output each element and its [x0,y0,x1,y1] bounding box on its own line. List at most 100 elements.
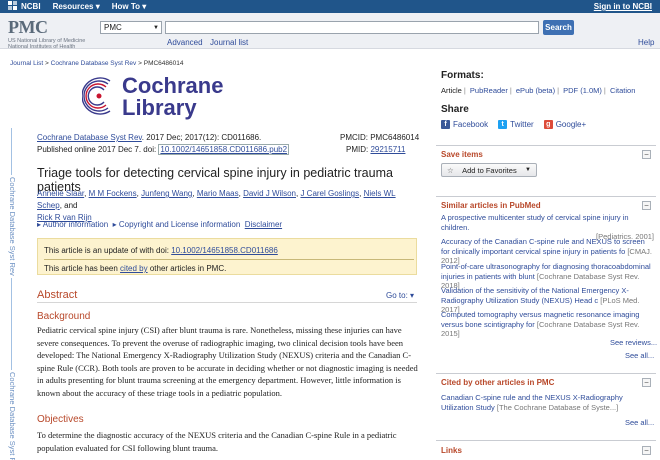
format-epub-link[interactable]: ePub (beta) [516,86,555,95]
ncbi-logo-text: NCBI [21,2,41,11]
format-pubreader-link[interactable]: PubReader [470,86,508,95]
resources-menu[interactable]: Resources ▾ [53,2,100,11]
similar-article-item[interactable]: Computed tomography versus magnetic reso… [441,310,654,339]
update-divider [44,259,414,260]
objectives-paragraph: To determine the diagnostic accuracy of … [37,430,397,453]
google-label: Google+ [555,120,587,129]
save-items-panel-divider [436,145,656,146]
see-all-similar-link[interactable]: See all... [625,351,654,360]
journal-link[interactable]: Cochrane Database Syst Rev [37,133,142,142]
author-link[interactable]: Junfeng Wang [141,189,192,198]
ncbi-logo[interactable]: NCBI [8,1,41,12]
links-label: Links [441,446,462,455]
pmid-line: PMID: 29215711 [346,145,405,154]
star-icon: ☆ [447,165,454,175]
formats-heading: Formats: [441,70,484,81]
background-paragraph: Pediatric cervical spine injury (CSI) af… [37,325,418,398]
chevron-down-icon: ▾ [142,2,147,11]
pmid-link[interactable]: 29215711 [370,145,405,154]
collapse-icon[interactable]: − [642,201,651,210]
share-google[interactable]: g Google+ [543,120,587,129]
share-heading: Share [441,104,469,115]
resources-label: Resources [52,2,94,11]
pmcid: PMCID: PMC6486014 [340,133,420,142]
abstract-divider [37,302,417,303]
cited-label: Cited by other articles in PMC [441,378,555,387]
journal-list-link[interactable]: Journal list [210,38,248,47]
side-journal-label-2[interactable]: Cochrane Database Syst Rev [5,370,17,460]
collapse-icon[interactable]: − [642,150,651,159]
collapse-icon[interactable]: − [642,378,651,387]
cited-suffix: other articles in PMC. [147,264,227,273]
ncbi-top-bar: NCBI Resources ▾ How To ▾ Sign in to NCB… [0,0,660,13]
save-items-label: Save items [441,150,483,159]
chevron-down-icon: ▾ [410,291,415,300]
share-twitter[interactable]: t Twitter [498,120,534,129]
author-link[interactable]: Mario Maas [197,189,239,198]
citation-details: . 2017 Dec; 2017(12): CD011686. [141,133,262,142]
author-link[interactable]: David J Wilson [243,189,296,198]
save-items-heading[interactable]: Save items [441,150,483,159]
update-doi-link[interactable]: 10.1002/14651858.CD011686 [171,246,278,255]
citation-line: Cochrane Database Syst Rev. 2017 Dec; 20… [37,133,261,142]
update-notice: This article is an update of with doi: 1… [37,238,417,275]
author-list: Annelie Slaar, M M Fockens, Junfeng Wang… [37,189,396,222]
share-row: f Facebook t Twitter g Google+ [441,120,586,129]
similar-heading[interactable]: Similar articles in PubMed [441,201,541,210]
breadcrumb-journal[interactable]: Cochrane Database Syst Rev [51,60,137,67]
database-select[interactable]: PMC ▼ [100,21,162,34]
side-journal-label-1[interactable]: Cochrane Database Syst Rev [5,175,17,278]
update-line: This article is an update of with doi: 1… [44,246,278,255]
pmid-label: PMID: [346,145,371,154]
format-pdf-link[interactable]: PDF (1.0M) [563,86,602,95]
how-to-menu[interactable]: How To ▾ [112,2,147,11]
breadcrumb-sep: > [136,60,144,67]
copyright-toggle[interactable]: ▸ Copyright and License information [113,220,241,229]
cited-article-meta: [The Cochrane Database of Syste...] [496,402,619,412]
formats-list: Article | PubReader | ePub (beta) | PDF (1.… [441,86,636,95]
goto-menu[interactable]: Go to: ▾ [386,291,414,300]
search-input[interactable] [165,21,539,34]
breadcrumb-journal-list[interactable]: Journal List [10,60,43,67]
author-link[interactable]: J Carel Goslings [300,189,359,198]
cited-article-item[interactable]: Canadian C-spine rule and the NEXUS X-Ra… [441,393,654,412]
doi-link[interactable]: 10.1002/14651858.CD011686.pub2 [158,144,290,155]
update-prefix: This article is an update of with doi: [44,246,172,255]
pmc-header: PMC US National Library of Medicine Nati… [0,13,660,50]
see-all-cited-link[interactable]: See all... [625,418,654,427]
links-panel-divider [436,440,656,441]
author-link[interactable]: M M Fockens [89,189,137,198]
help-link[interactable]: Help [638,38,654,47]
collapse-icon[interactable]: − [642,446,651,455]
sign-in-link[interactable]: Sign in to NCBI [594,2,652,11]
cited-by-link[interactable]: cited by [120,264,148,273]
cochrane-library-logo[interactable]: Cochrane Library [81,75,223,120]
similar-panel-divider [436,196,656,197]
twitter-label: Twitter [510,120,534,129]
similar-article-title: Accuracy of the Canadian C-spine rule an… [441,237,645,256]
breadcrumb: Journal List > Cochrane Database Syst Re… [10,60,183,67]
similar-label: Similar articles in PubMed [441,201,541,210]
advanced-search-link[interactable]: Advanced [167,38,203,47]
share-facebook[interactable]: f Facebook [441,120,488,129]
format-citation-link[interactable]: Citation [610,86,635,95]
cited-line: This article has been cited by other art… [44,264,226,273]
chevron-down-icon: ▾ [95,2,100,11]
links-heading[interactable]: Links [441,446,462,455]
see-reviews-link[interactable]: See reviews... [610,338,657,347]
pmc-logo[interactable]: PMC US National Library of Medicine Nati… [8,17,85,50]
cochrane-logo-icon [81,75,116,119]
chevron-down-icon: ▼ [525,167,531,173]
cited-heading[interactable]: Cited by other articles in PMC [441,378,554,387]
goto-label: Go to: [386,291,408,300]
add-to-favorites-button[interactable]: ☆ Add to Favorites ▼ [441,163,537,177]
disclaimer-link[interactable]: Disclaimer [245,220,282,229]
search-button[interactable]: Search [543,20,574,35]
published-line: Published online 2017 Dec 7. doi: 10.100… [37,144,290,155]
copyright-label: Copyright and License information [118,220,241,229]
author-link[interactable]: Annelie Slaar [37,189,84,198]
database-select-value: PMC [104,23,122,32]
author-information-toggle[interactable]: ▸ Author information [37,220,108,229]
published-text: Published online 2017 Dec 7. doi: [37,145,159,154]
cochrane-logo-line2: Library [122,95,197,120]
